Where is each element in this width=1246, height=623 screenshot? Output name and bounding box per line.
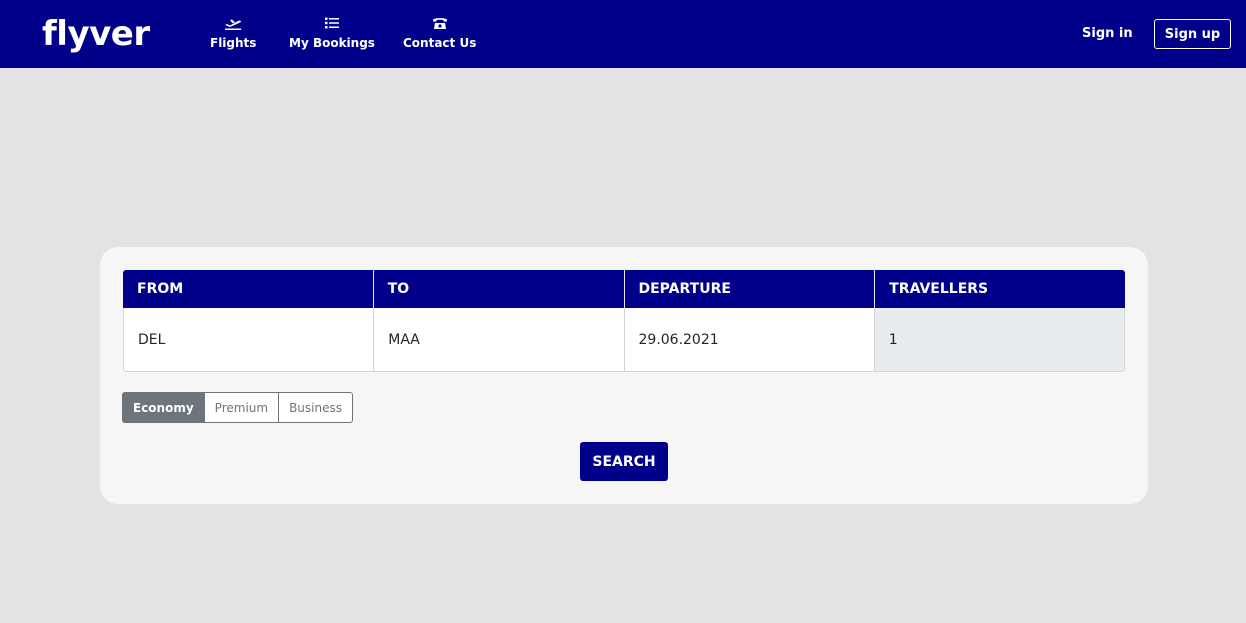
column-header-departure: DEPARTURE [625, 270, 876, 308]
sign-in-link[interactable]: Sign in [1082, 26, 1133, 41]
phone-icon [432, 14, 448, 32]
brand-logo[interactable]: flyver [42, 12, 150, 56]
cabin-premium-button[interactable]: Premium [204, 392, 280, 423]
nav-contact-us[interactable]: Contact Us [403, 14, 476, 56]
list-icon [324, 14, 339, 32]
search-grid: FROM TO DEPARTURE TRAVELLERS DEL MAA 29.… [123, 270, 1125, 372]
cabin-economy-button[interactable]: Economy [122, 392, 205, 423]
top-navbar: flyver Flights My Bookings Contact Us Si… [0, 0, 1246, 68]
nav-my-bookings-label: My Bookings [289, 36, 375, 50]
nav-contact-us-label: Contact Us [403, 36, 477, 50]
travellers-field[interactable]: 1 [874, 308, 1124, 371]
column-header-travellers: TRAVELLERS [889, 281, 989, 297]
nav-flights[interactable]: Flights [210, 14, 256, 56]
sign-up-button[interactable]: Sign up [1154, 19, 1231, 49]
nav-flights-label: Flights [210, 36, 257, 50]
cabin-class-toggle: Economy Premium Business [122, 392, 353, 423]
column-header-to: TO [374, 270, 625, 308]
column-header-from: FROM [123, 270, 374, 308]
from-field[interactable]: DEL [124, 308, 375, 371]
departure-field[interactable]: 29.06.2021 [624, 308, 875, 371]
nav-my-bookings[interactable]: My Bookings [289, 14, 375, 56]
search-grid-fields: DEL MAA 29.06.2021 1 [123, 308, 1125, 372]
cabin-business-button[interactable]: Business [279, 392, 353, 423]
flight-search-card: FROM TO DEPARTURE TRAVELLERS DEL MAA 29.… [100, 247, 1148, 504]
search-button[interactable]: SEARCH [580, 442, 668, 481]
to-field[interactable]: MAA [374, 308, 625, 371]
plane-icon [224, 14, 242, 32]
search-grid-header: FROM TO DEPARTURE TRAVELLERS [123, 270, 1125, 308]
